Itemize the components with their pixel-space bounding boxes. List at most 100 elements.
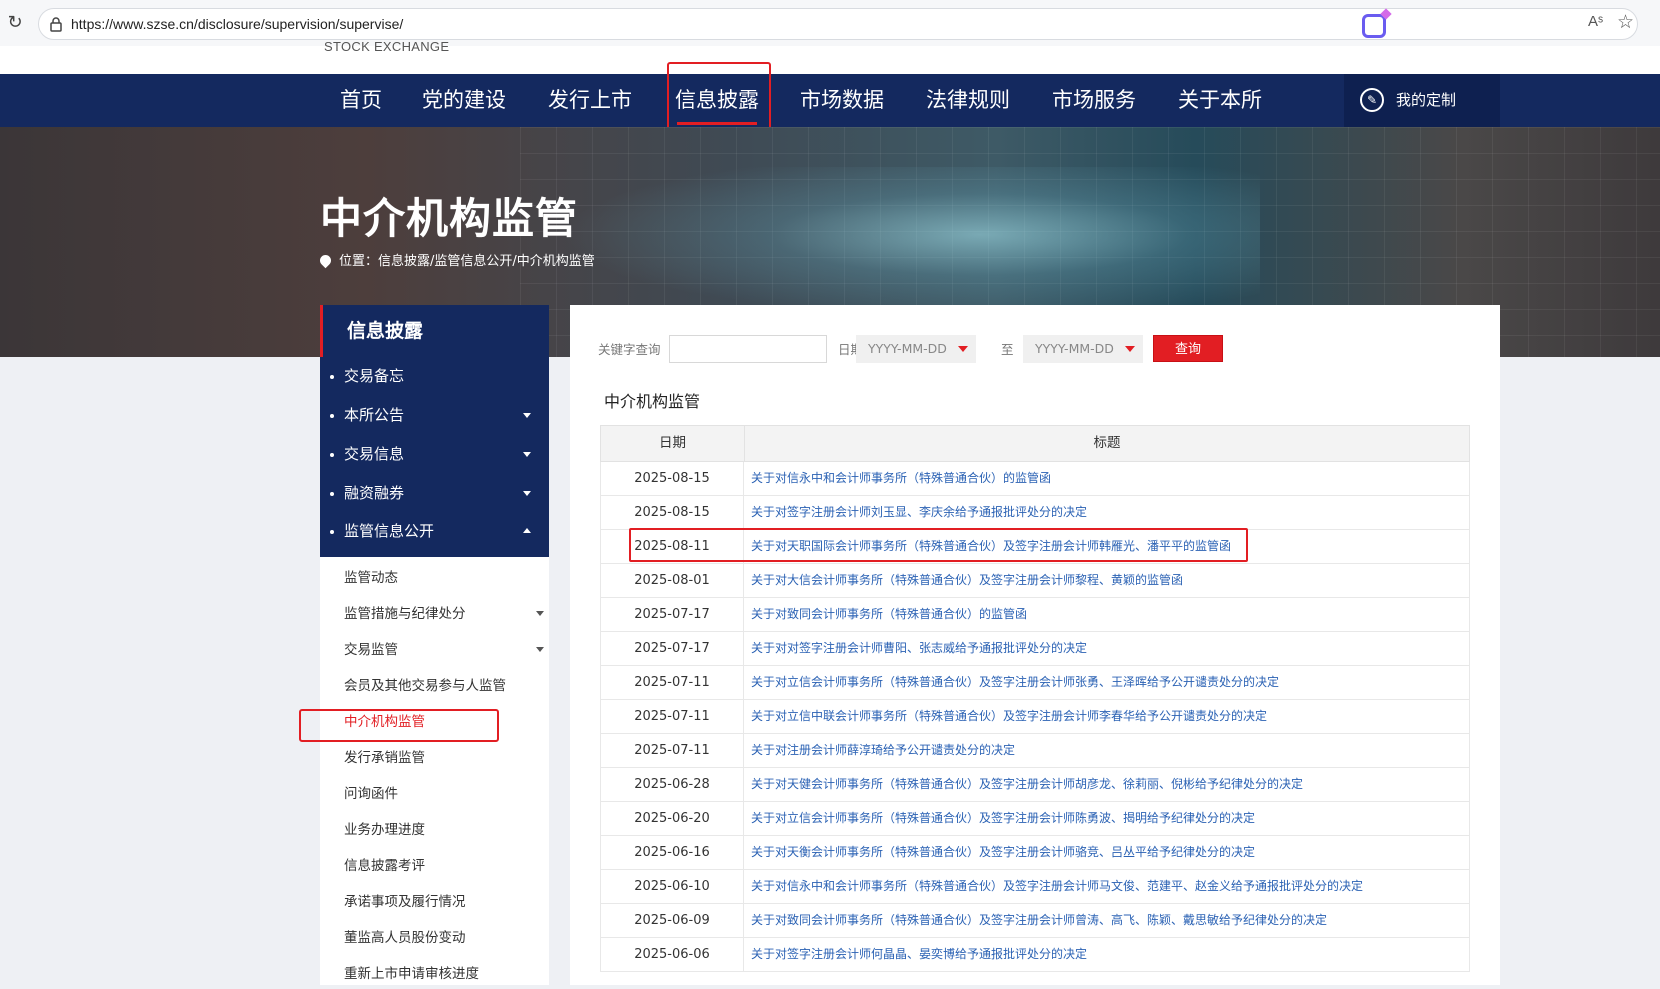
nav-item-0[interactable]: 首页: [340, 74, 382, 127]
row-title-link[interactable]: 关于对签字注册会计师何晶晶、晏奕博给予通报批评处分的决定: [751, 938, 1466, 971]
row-title-link[interactable]: 关于对立信中联会计师事务所（特殊普通合伙）及签字注册会计师李春华给予公开谴责处分…: [751, 700, 1466, 733]
date-to-select[interactable]: YYYY-MM-DD: [1023, 335, 1143, 363]
row-title-link[interactable]: 关于对天衡会计师事务所（特殊普通合伙）及签字注册会计师骆竞、吕丛平给予纪律处分的…: [751, 836, 1466, 869]
chevron-down-icon: [536, 611, 544, 616]
logo-strip: STOCK EXCHANGE: [0, 39, 1660, 74]
sidebar-subitem[interactable]: 发行承销监管: [344, 743, 544, 773]
page-title: 中介机构监管: [320, 194, 579, 243]
row-date: 2025-06-10: [601, 870, 744, 903]
date-to-label: 至: [1001, 342, 1014, 357]
date-from-placeholder: YYYY-MM-DD: [868, 341, 947, 356]
sidebar-subitem[interactable]: 信息披露考评: [344, 851, 544, 881]
table-row: 2025-06-09 关于对致同会计师事务所（特殊普通合伙）及签字注册会计师曾涛、…: [600, 904, 1470, 938]
location-pin-icon: [317, 252, 334, 269]
nav-item-4[interactable]: 市场数据: [800, 74, 884, 127]
sidebar-subitem[interactable]: 监管动态: [344, 563, 544, 593]
sidebar-subitem[interactable]: 问询函件: [344, 779, 544, 809]
table-row: 2025-06-10 关于对信永中和会计师事务所（特殊普通合伙）及签字注册会计师马…: [600, 870, 1470, 904]
sidebar-subitem[interactable]: 交易监管: [344, 635, 544, 665]
bullet-icon: [330, 492, 334, 496]
sidebar-subitem[interactable]: 承诺事项及履行情况: [344, 887, 544, 917]
sidebar-item-label: 监管信息公开: [344, 522, 435, 540]
table-row: 2025-06-20 关于对立信会计师事务所（特殊普通合伙）及签字注册会计师陈勇波…: [600, 802, 1470, 836]
row-date: 2025-08-01: [601, 564, 744, 597]
keyword-label: 关键字查询: [598, 342, 661, 357]
date-from-select[interactable]: YYYY-MM-DD: [856, 335, 976, 363]
row-date: 2025-06-06: [601, 938, 744, 971]
sidebar-subitem-label: 发行承销监管: [344, 750, 425, 766]
row-title-link[interactable]: 关于对致同会计师事务所（特殊普通合伙）的监管函: [751, 598, 1466, 631]
sidebar-subitem[interactable]: 会员及其他交易参与人监管: [344, 671, 544, 701]
sidebar-item[interactable]: 监管信息公开: [320, 512, 549, 551]
table-row: 2025-08-01 关于对大信会计师事务所（特殊普通合伙）及签字注册会计师黎程、…: [600, 564, 1470, 598]
sidebar-subitem[interactable]: 监管措施与纪律处分: [344, 599, 544, 629]
row-title-link[interactable]: 关于对信永中和会计师事务所（特殊普通合伙）的监管函: [751, 462, 1466, 495]
table-row: 2025-06-28 关于对天健会计师事务所（特殊普通合伙）及签字注册会计师胡彦龙…: [600, 768, 1470, 802]
row-date: 2025-06-28: [601, 768, 744, 801]
lock-icon[interactable]: [49, 16, 63, 32]
sidebar-subitem-label: 承诺事项及履行情况: [344, 894, 466, 910]
row-title-link[interactable]: 关于对立信会计师事务所（特殊普通合伙）及签字注册会计师张勇、王泽晖给予公开谴责处…: [751, 666, 1466, 699]
sidebar-subitem[interactable]: 业务办理进度: [344, 815, 544, 845]
table-row: 2025-07-11 关于对立信中联会计师事务所（特殊普通合伙）及签字注册会计师李…: [600, 700, 1470, 734]
chevron-down-icon: [523, 452, 531, 457]
row-title-link[interactable]: 关于对致同会计师事务所（特殊普通合伙）及签字注册会计师曾涛、高飞、陈颖、戴思敏给…: [751, 904, 1466, 937]
chevron-down-icon: [523, 491, 531, 496]
row-date: 2025-06-20: [601, 802, 744, 835]
my-custom-button[interactable]: ✎ 我的定制: [1344, 74, 1500, 127]
sidebar: 信息披露 交易备忘 本所公告 交易信息 融资融券 监管信息公开 监管动态 监管措施与纪律处…: [320, 305, 549, 985]
star-icon[interactable]: ☆: [1617, 11, 1634, 33]
table-row: 2025-07-11 关于对注册会计师薛淳琦给予公开谴责处分的决定: [600, 734, 1470, 768]
sidebar-subitem-label: 交易监管: [344, 642, 398, 658]
nav-annotation-box: [667, 62, 771, 134]
header-date: 日期: [659, 435, 686, 451]
url-text[interactable]: https://www.szse.cn/disclosure/supervisi…: [71, 16, 403, 32]
sidebar-item-label: 交易信息: [344, 445, 405, 463]
breadcrumb-text[interactable]: 位置：信息披露/监管信息公开/中介机构监管: [339, 254, 595, 269]
nav-item-1[interactable]: 党的建设: [422, 74, 506, 127]
row-date: 2025-07-11: [601, 700, 744, 733]
nav-item-2[interactable]: 发行上市: [548, 74, 632, 127]
row-title-link[interactable]: 关于对对签字注册会计师曹阳、张志威给予通报批评处分的决定: [751, 632, 1466, 665]
sidebar-subitem[interactable]: 重新上市申请审核进度: [344, 959, 544, 989]
row-title-link[interactable]: 关于对立信会计师事务所（特殊普通合伙）及签字注册会计师陈勇波、揭明给予纪律处分的…: [751, 802, 1466, 835]
sidebar-item[interactable]: 交易备忘: [320, 357, 549, 396]
header-title: 标题: [1093, 435, 1121, 451]
copilot-icon[interactable]: [1362, 14, 1386, 38]
browser-toolbar: ↻ https://www.szse.cn/disclosure/supervi…: [0, 0, 1660, 46]
sidebar-item[interactable]: 交易信息: [320, 435, 549, 474]
sidebar-item[interactable]: 融资融券: [320, 474, 549, 513]
date-to-placeholder: YYYY-MM-DD: [1035, 341, 1114, 356]
customize-icon: ✎: [1360, 88, 1384, 112]
row-title-link[interactable]: 关于对天健会计师事务所（特殊普通合伙）及签字注册会计师胡彦龙、徐莉丽、倪彬给予纪…: [751, 768, 1466, 801]
my-custom-label: 我的定制: [1396, 91, 1457, 109]
row-title-link[interactable]: 关于对大信会计师事务所（特殊普通合伙）及签字注册会计师黎程、黄颖的监管函: [751, 564, 1466, 597]
keyword-input[interactable]: [669, 335, 827, 363]
chevron-down-icon: [536, 647, 544, 652]
reload-icon[interactable]: ↻: [4, 12, 26, 34]
table-row: 2025-06-16 关于对天衡会计师事务所（特殊普通合伙）及签字注册会计师骆竞、…: [600, 836, 1470, 870]
sidebar-subitem-label: 会员及其他交易参与人监管: [344, 678, 506, 694]
row-title-link[interactable]: 关于对信永中和会计师事务所（特殊普通合伙）及签字注册会计师马文俊、范建平、赵金义…: [751, 870, 1466, 903]
row-date: 2025-06-09: [601, 904, 744, 937]
nav-item-6[interactable]: 市场服务: [1052, 74, 1136, 127]
sidebar-subitem-label: 董监高人员股份变动: [344, 930, 466, 946]
nav-item-7[interactable]: 关于本所: [1178, 74, 1262, 127]
table-row: 2025-07-11 关于对立信会计师事务所（特殊普通合伙）及签字注册会计师张勇、…: [600, 666, 1470, 700]
sidebar-subitem-label: 信息披露考评: [344, 858, 425, 874]
query-button[interactable]: 查询: [1153, 335, 1223, 362]
sidebar-item[interactable]: 本所公告: [320, 396, 549, 435]
row-date: 2025-07-11: [601, 734, 744, 767]
table-row: 2025-07-17 关于对致同会计师事务所（特殊普通合伙）的监管函: [600, 598, 1470, 632]
row-date: 2025-07-11: [601, 666, 744, 699]
row-title-link[interactable]: 关于对注册会计师薛淳琦给予公开谴责处分的决定: [751, 734, 1466, 767]
nav-item-5[interactable]: 法律规则: [926, 74, 1010, 127]
table-row: 2025-06-06 关于对签字注册会计师何晶晶、晏奕博给予通报批评处分的决定: [600, 938, 1470, 972]
sidebar-subitem[interactable]: 董监高人员股份变动: [344, 923, 544, 953]
row-date: 2025-08-15: [601, 462, 744, 495]
address-bar[interactable]: https://www.szse.cn/disclosure/supervisi…: [38, 8, 1638, 40]
logo-text: STOCK EXCHANGE: [324, 39, 450, 54]
row-title-link[interactable]: 关于对签字注册会计师刘玉显、李庆余给予通报批评处分的决定: [751, 496, 1466, 529]
chevron-up-icon: [523, 528, 531, 533]
read-aloud-icon[interactable]: Aˢ: [1588, 13, 1603, 30]
